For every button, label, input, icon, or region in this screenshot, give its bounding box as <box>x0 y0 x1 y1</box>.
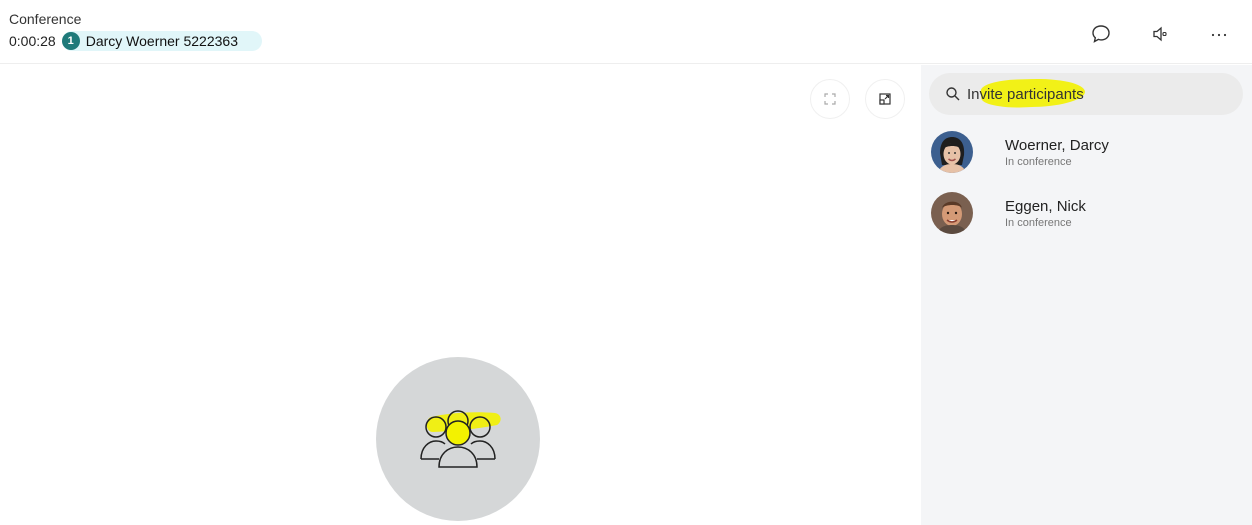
participant-name: Woerner, Darcy <box>1005 136 1109 154</box>
invite-search[interactable] <box>929 73 1243 115</box>
fullscreen-button[interactable] <box>810 79 850 119</box>
chat-bubble-icon <box>1092 25 1110 43</box>
group-avatar <box>376 357 540 521</box>
participant-item[interactable]: Woerner, Darcy In conference <box>929 127 1243 177</box>
conversation-stage <box>0 65 921 525</box>
more-options-icon <box>1211 33 1227 37</box>
invite-participants-input[interactable] <box>965 79 1225 109</box>
participant-name: Eggen, Nick <box>1005 197 1086 215</box>
chat-button[interactable] <box>1087 20 1115 48</box>
search-icon <box>946 87 960 101</box>
participant-item[interactable]: Eggen, Nick In conference <box>929 188 1243 238</box>
speaker-icon <box>1153 26 1167 42</box>
conversation-header: Conference 0:00:28 1 Darcy Woerner 52223… <box>0 0 1252 64</box>
more-options-button[interactable] <box>1205 20 1233 48</box>
participant-avatar <box>931 131 973 173</box>
call-chip[interactable]: 1 Darcy Woerner 5222363 <box>61 31 262 51</box>
participant-status: In conference <box>1005 216 1072 229</box>
group-icon <box>420 410 501 468</box>
popout-icon <box>879 93 891 105</box>
speaker-button[interactable] <box>1146 20 1174 48</box>
conversation-title: Conference <box>9 11 82 27</box>
participant-status: In conference <box>1005 155 1072 168</box>
call-chip-label: Darcy Woerner 5222363 <box>85 33 238 49</box>
fullscreen-icon <box>824 93 836 105</box>
participants-panel: Woerner, Darcy In conference Eggen, Nick… <box>921 65 1252 525</box>
popout-button[interactable] <box>865 79 905 119</box>
call-info: 0:00:28 1 Darcy Woerner 5222363 <box>9 31 262 51</box>
participant-count-badge: 1 <box>61 32 80 50</box>
participant-avatar <box>931 192 973 234</box>
call-timer: 0:00:28 <box>9 33 56 49</box>
